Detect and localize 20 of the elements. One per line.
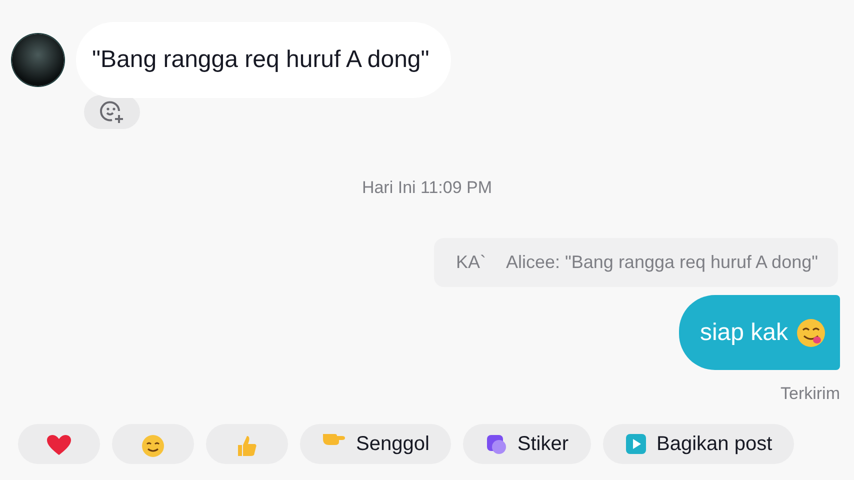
yum-face-icon bbox=[796, 318, 826, 348]
avatar[interactable] bbox=[12, 34, 64, 86]
message-text: siap kak bbox=[700, 318, 788, 346]
thumbs-up-icon bbox=[235, 434, 259, 458]
quick-action-button[interactable]: Senggol bbox=[300, 424, 452, 464]
add-reaction-icon bbox=[99, 99, 125, 125]
quote-author: KA` bbox=[456, 252, 486, 273]
heart-icon bbox=[46, 434, 72, 456]
smiling-face-icon bbox=[141, 434, 165, 458]
quick-action-button[interactable]: Bagikan post bbox=[602, 424, 794, 464]
play-icon bbox=[624, 433, 647, 455]
quick-reaction-button[interactable] bbox=[18, 424, 100, 464]
quick-action-button[interactable]: Stiker bbox=[463, 424, 591, 464]
sticker-icon bbox=[485, 433, 508, 455]
add-reaction-button[interactable] bbox=[84, 95, 140, 129]
timestamp: Hari Ini 11:09 PM bbox=[360, 178, 494, 198]
pointing-hand-icon bbox=[322, 433, 346, 446]
quote-text: Alicee: "Bang rangga req huruf A dong" bbox=[506, 252, 818, 273]
incoming-message: "Bang rangga req huruf A dong" bbox=[76, 22, 452, 98]
message-status: Terkirim bbox=[780, 384, 840, 404]
